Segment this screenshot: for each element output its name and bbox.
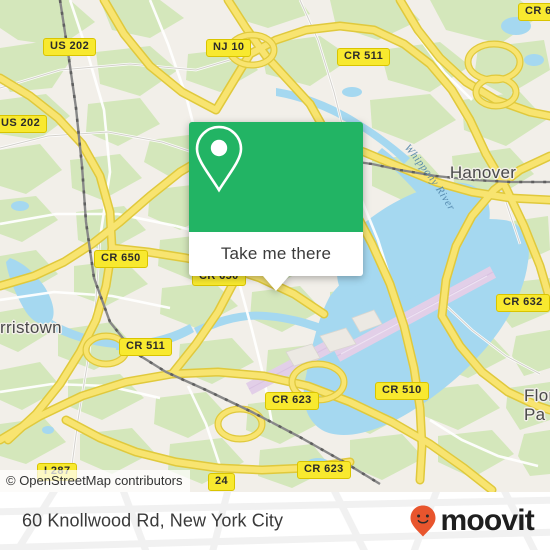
shield-nj-10[interactable]: NJ 10: [206, 39, 252, 57]
location-popup-card[interactable]: Take me there: [189, 122, 363, 291]
shield-us-202-left[interactable]: US 202: [0, 115, 48, 133]
place-label-florham-park: Flor Pa: [524, 386, 550, 424]
address-label: 60 Knollwood Rd, New York City: [22, 510, 284, 531]
osm-attribution[interactable]: © OpenStreetMap contributors: [0, 470, 190, 492]
shield-24[interactable]: 24: [208, 473, 236, 491]
shield-us-202-top[interactable]: US 202: [43, 38, 97, 56]
shield-cr-511-bottom[interactable]: CR 511: [119, 338, 173, 356]
popup-action-label[interactable]: Take me there: [189, 232, 363, 276]
map-canvas[interactable]: Whippany River Hanover rristown Flor Pa …: [0, 0, 550, 492]
place-label-morristown: rristown: [0, 318, 62, 337]
moovit-pin-icon: [410, 505, 436, 537]
popup-header: [189, 122, 363, 232]
shield-cr-511-top[interactable]: CR 511: [337, 48, 391, 66]
moovit-brand[interactable]: moovit: [408, 504, 535, 538]
map-pin-icon: [195, 125, 243, 193]
shield-cr-623-mid[interactable]: CR 623: [265, 392, 319, 410]
popup-tail: [263, 276, 289, 291]
place-label-hanover: Hanover: [449, 163, 517, 182]
shield-cr-632[interactable]: CR 632: [496, 294, 550, 312]
florham-park-line2: Pa: [524, 405, 546, 424]
shield-cr-650-left[interactable]: CR 650: [94, 250, 148, 268]
moovit-map-screen: Whippany River Hanover rristown Flor Pa …: [0, 0, 550, 550]
shield-cr-6xx[interactable]: CR 6: [518, 3, 550, 21]
shield-cr-510[interactable]: CR 510: [375, 382, 429, 400]
footer-bar: 60 Knollwood Rd, New York City moovit: [0, 492, 550, 550]
florham-park-line1: Flor: [524, 386, 550, 405]
shield-cr-623-bottom[interactable]: CR 623: [297, 461, 351, 479]
moovit-wordmark: moovit: [440, 504, 534, 537]
